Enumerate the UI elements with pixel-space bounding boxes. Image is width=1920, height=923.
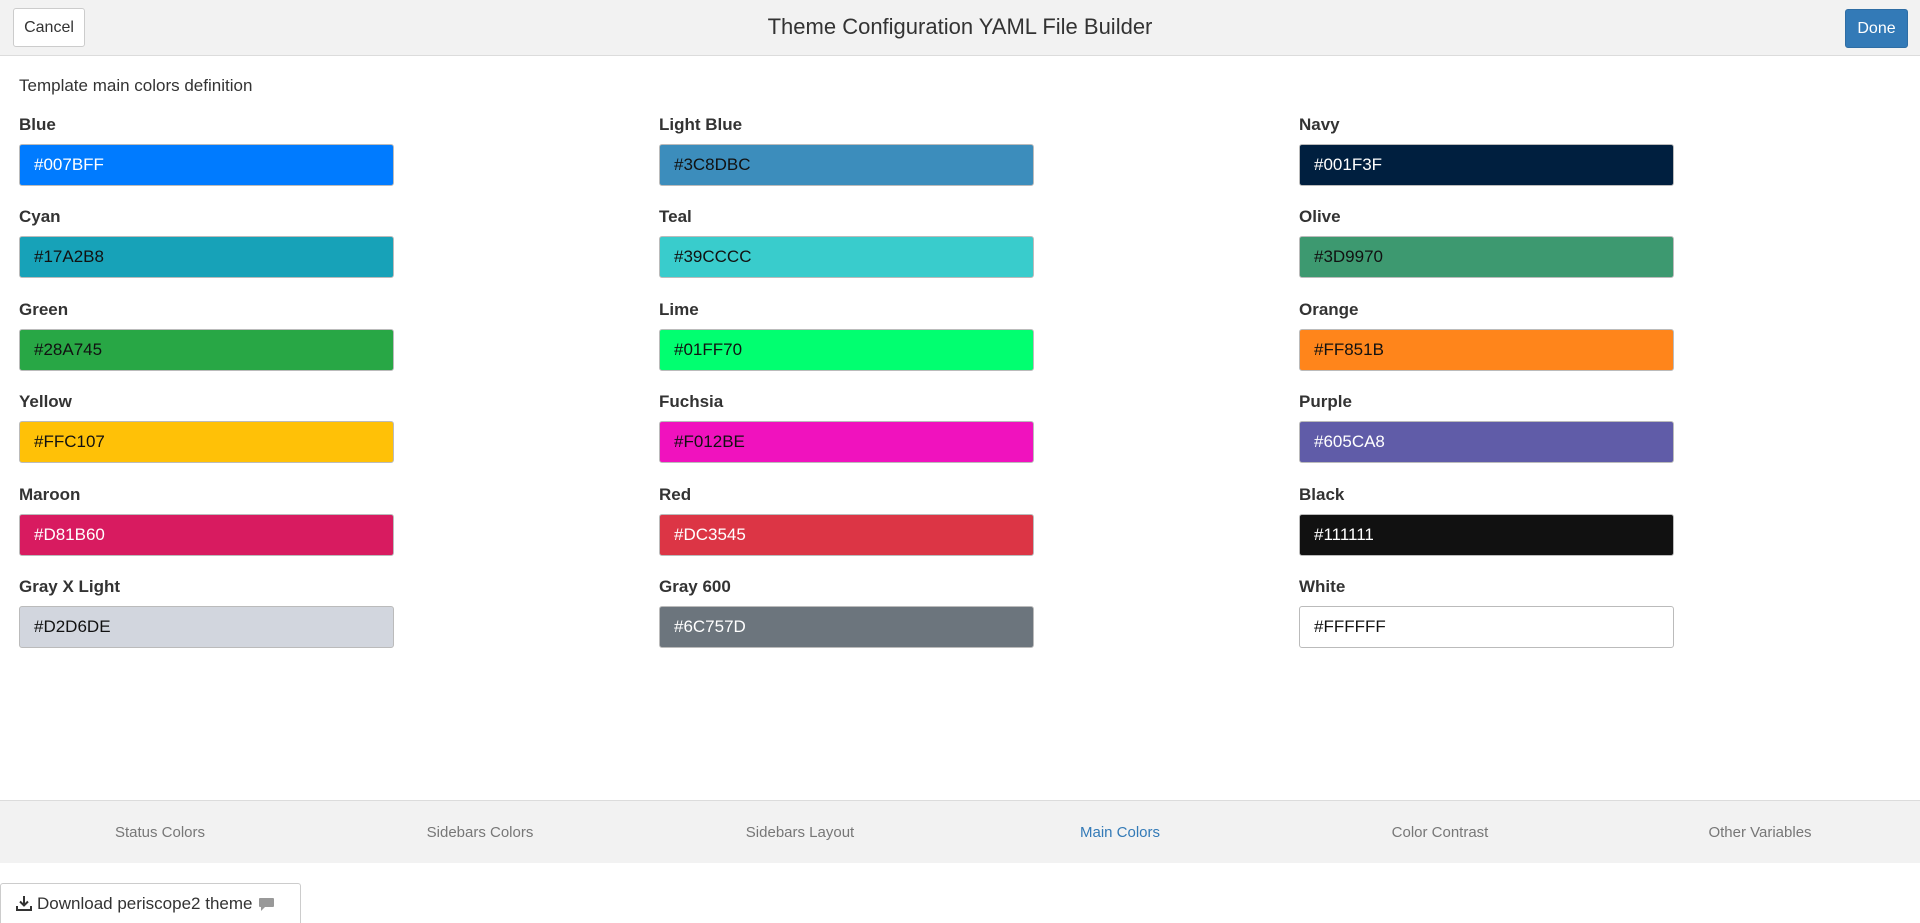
color-label: Olive <box>1299 207 1341 226</box>
color-input[interactable] <box>1299 144 1674 186</box>
color-input[interactable] <box>19 514 394 556</box>
color-label: Maroon <box>19 485 81 504</box>
color-input[interactable] <box>659 421 1034 463</box>
color-input[interactable] <box>1299 329 1674 371</box>
done-button[interactable]: Done <box>1845 9 1908 48</box>
tab-sidebars-colors[interactable]: Sidebars Colors <box>320 801 640 864</box>
tab-main-colors[interactable]: Main Colors <box>960 801 1280 864</box>
color-input[interactable] <box>659 514 1034 556</box>
tab-other-variables[interactable]: Other Variables <box>1600 801 1920 864</box>
section-title: Template main colors definition <box>19 76 253 95</box>
color-input[interactable] <box>19 606 394 648</box>
color-input[interactable] <box>19 144 394 186</box>
color-label: Yellow <box>19 392 72 411</box>
color-input[interactable] <box>1299 514 1674 556</box>
color-input[interactable] <box>659 144 1034 186</box>
tab-color-contrast[interactable]: Color Contrast <box>1280 801 1600 864</box>
download-icon <box>16 895 32 911</box>
color-label: Light Blue <box>659 115 743 134</box>
tab-sidebars-layout[interactable]: Sidebars Layout <box>640 801 960 864</box>
color-label: Cyan <box>19 207 61 226</box>
color-label: Red <box>659 485 692 504</box>
color-label: Lime <box>659 300 699 319</box>
color-input[interactable] <box>19 236 394 278</box>
color-label: Purple <box>1299 392 1352 411</box>
color-input[interactable] <box>1299 421 1674 463</box>
color-label: Navy <box>1299 115 1340 134</box>
color-label: Green <box>19 300 69 319</box>
color-label: Gray X Light <box>19 577 121 596</box>
color-label: White <box>1299 577 1346 596</box>
color-input[interactable] <box>659 606 1034 648</box>
color-label: Fuchsia <box>659 392 724 411</box>
comment-icon <box>259 897 275 911</box>
color-input[interactable] <box>19 329 394 371</box>
color-label: Blue <box>19 115 56 134</box>
color-label: Orange <box>1299 300 1359 319</box>
bottom-tab-bar: Status Colors Sidebars Colors Sidebars L… <box>0 800 1920 863</box>
tab-status-colors[interactable]: Status Colors <box>0 801 320 864</box>
header-bar: Theme Configuration YAML File Builder Ca… <box>0 0 1920 56</box>
color-input[interactable] <box>19 421 394 463</box>
download-theme-button[interactable]: Download periscope2 theme <box>0 883 301 923</box>
color-input[interactable] <box>659 329 1034 371</box>
cancel-button[interactable]: Cancel <box>13 8 85 47</box>
color-input[interactable] <box>1299 236 1674 278</box>
color-label: Black <box>1299 485 1345 504</box>
color-input[interactable] <box>659 236 1034 278</box>
page-title: Theme Configuration YAML File Builder <box>767 14 1153 39</box>
color-label: Gray 600 <box>659 577 731 596</box>
download-label: Download periscope2 theme <box>37 893 253 913</box>
color-input[interactable] <box>1299 606 1674 648</box>
color-label: Teal <box>659 207 692 226</box>
